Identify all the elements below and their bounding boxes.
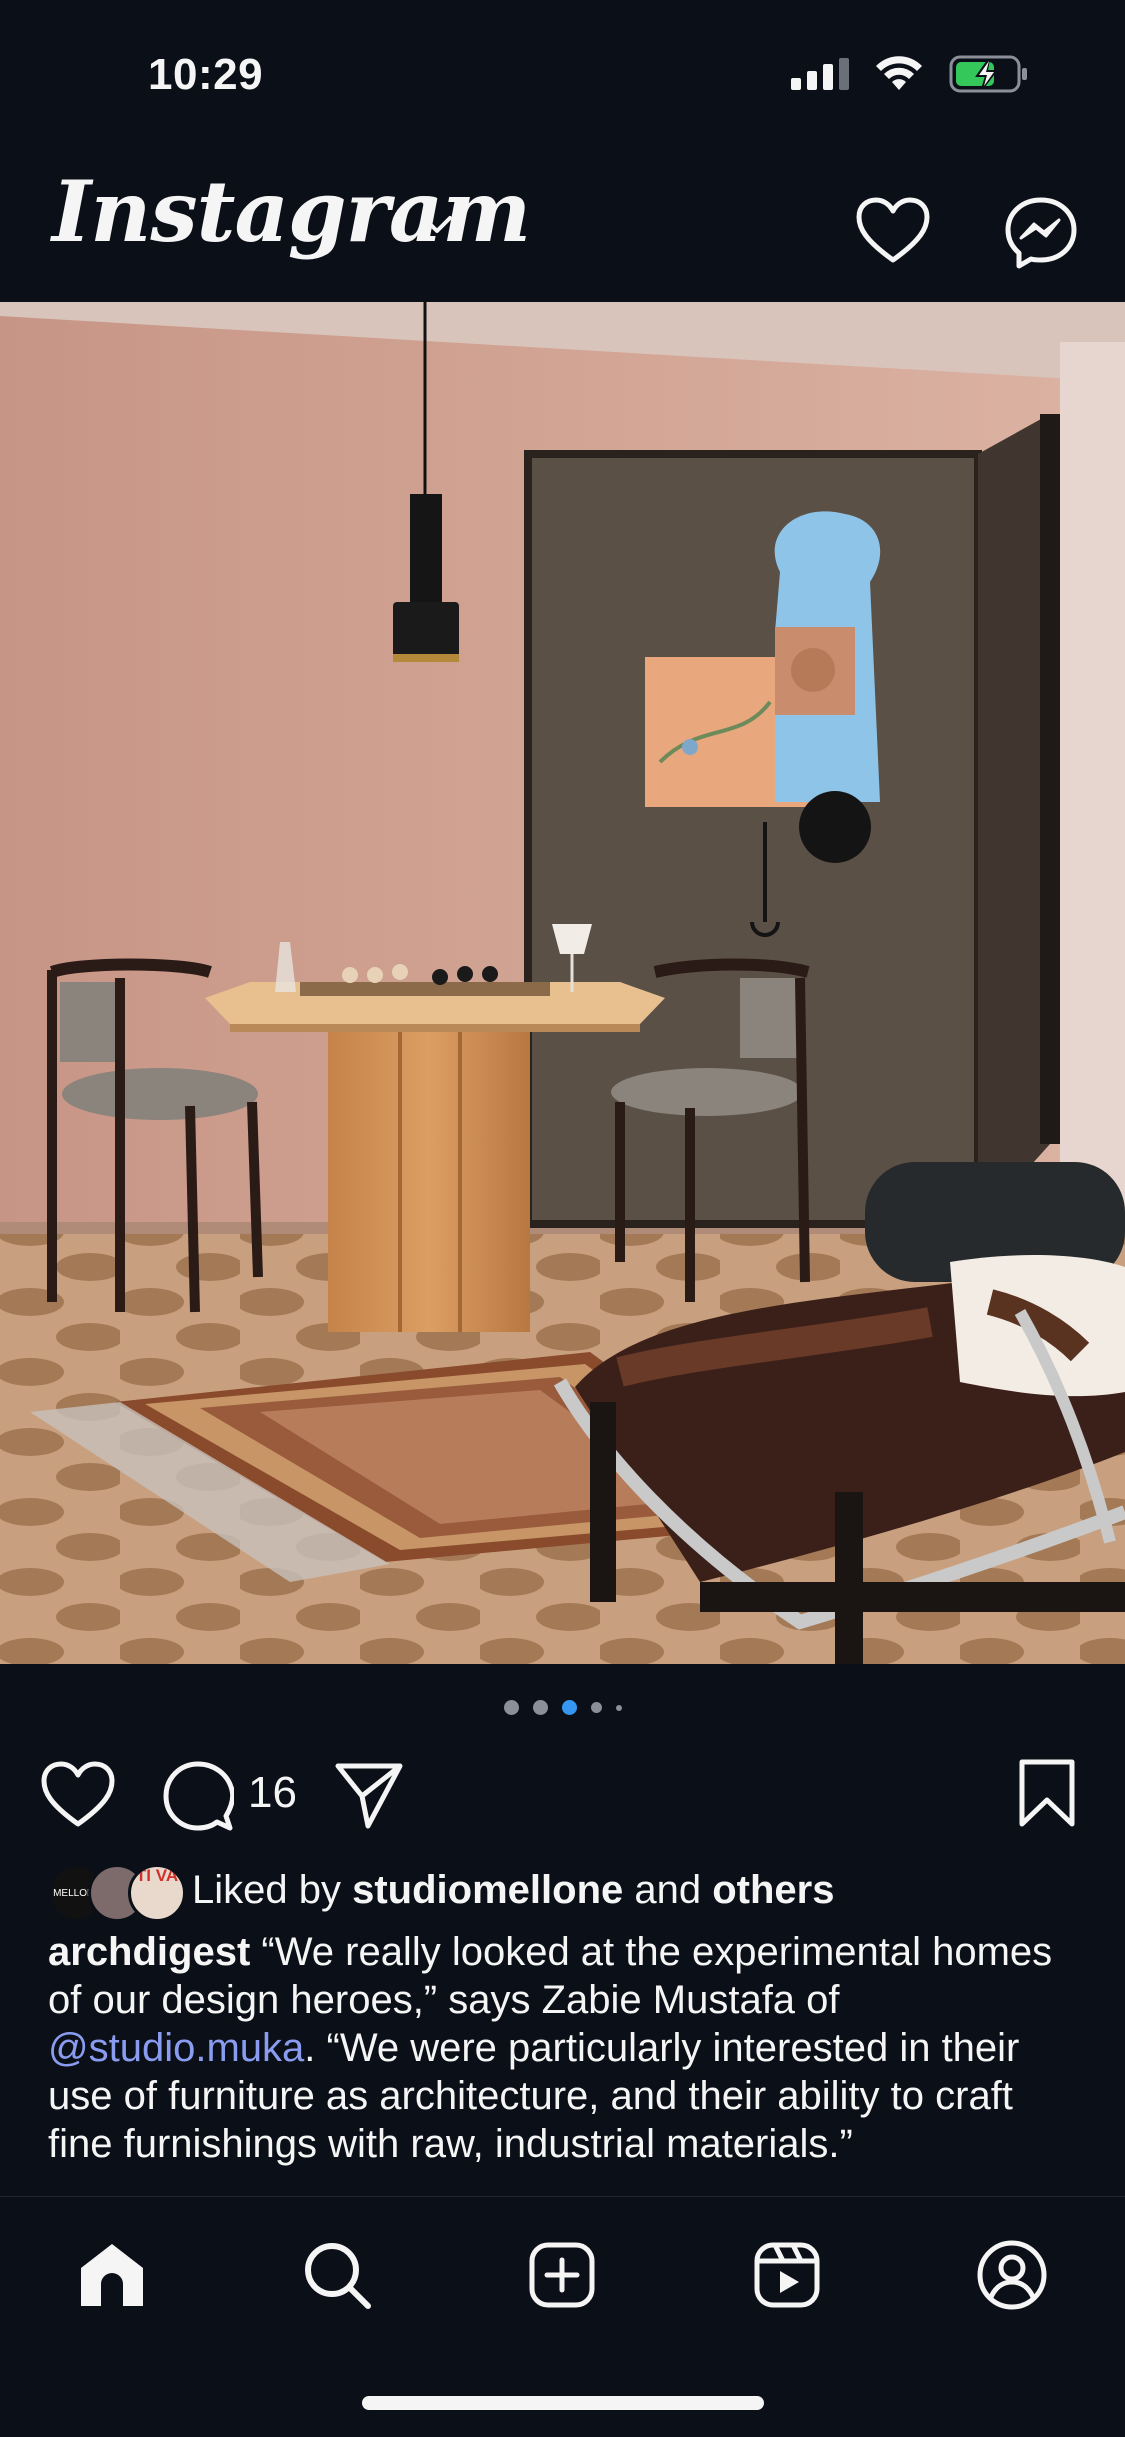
comment-icon[interactable] [162, 1760, 234, 1832]
post-caption: archdigest “We really looked at the expe… [48, 1928, 1078, 2198]
liked-by-text[interactable]: Liked by studiomellone and others [192, 1868, 834, 1913]
bookmark-icon[interactable] [1016, 1758, 1078, 1828]
home-icon [81, 2244, 143, 2306]
signal-icon [791, 58, 849, 90]
nav-create[interactable] [524, 2237, 600, 2313]
instagram-logo[interactable]: Instagram [52, 170, 531, 254]
interior-photo [0, 302, 1125, 1664]
carousel-dot [503, 1700, 519, 1715]
liked-by-user[interactable]: studiomellone [352, 1868, 623, 1912]
post-image[interactable] [0, 302, 1125, 1664]
send-icon[interactable] [334, 1760, 404, 1830]
caption-mention[interactable]: @studio.muka [48, 2026, 304, 2070]
chevron-down-icon[interactable] [420, 214, 454, 236]
nav-reels[interactable] [749, 2237, 825, 2313]
carousel-dot [590, 1702, 602, 1713]
nav-profile[interactable] [974, 2237, 1050, 2313]
comment-count[interactable]: 16 [248, 1768, 297, 1818]
status-icons [791, 52, 1029, 96]
create-icon [529, 2242, 595, 2308]
wifi-icon [876, 56, 922, 90]
home-indicator[interactable] [362, 2396, 764, 2410]
nav-search[interactable] [299, 2237, 375, 2313]
messenger-icon[interactable] [1004, 196, 1078, 270]
liked-by-prefix: Liked by [192, 1868, 353, 1912]
search-icon [305, 2243, 371, 2309]
liker-avatars[interactable]: MELLONE TI VA [48, 1864, 188, 1922]
avatar[interactable]: TI VA [128, 1864, 186, 1922]
carousel-dot-active [561, 1700, 577, 1715]
carousel-indicator [0, 1700, 1125, 1715]
reels-icon [754, 2242, 820, 2308]
carousel-dot [532, 1700, 548, 1715]
heart-icon[interactable] [855, 196, 931, 266]
liked-by-others[interactable]: others [712, 1868, 834, 1912]
caption-username[interactable]: archdigest [48, 1930, 250, 1974]
nav-home[interactable] [74, 2237, 150, 2313]
status-time: 10:29 [148, 50, 264, 99]
heart-icon[interactable] [40, 1760, 116, 1830]
liked-by-middle: and [623, 1868, 713, 1912]
battery-charging-icon [949, 55, 1027, 93]
carousel-dot [615, 1704, 622, 1711]
avatar-label: TI VA [135, 1866, 179, 1885]
profile-icon [977, 2240, 1047, 2310]
